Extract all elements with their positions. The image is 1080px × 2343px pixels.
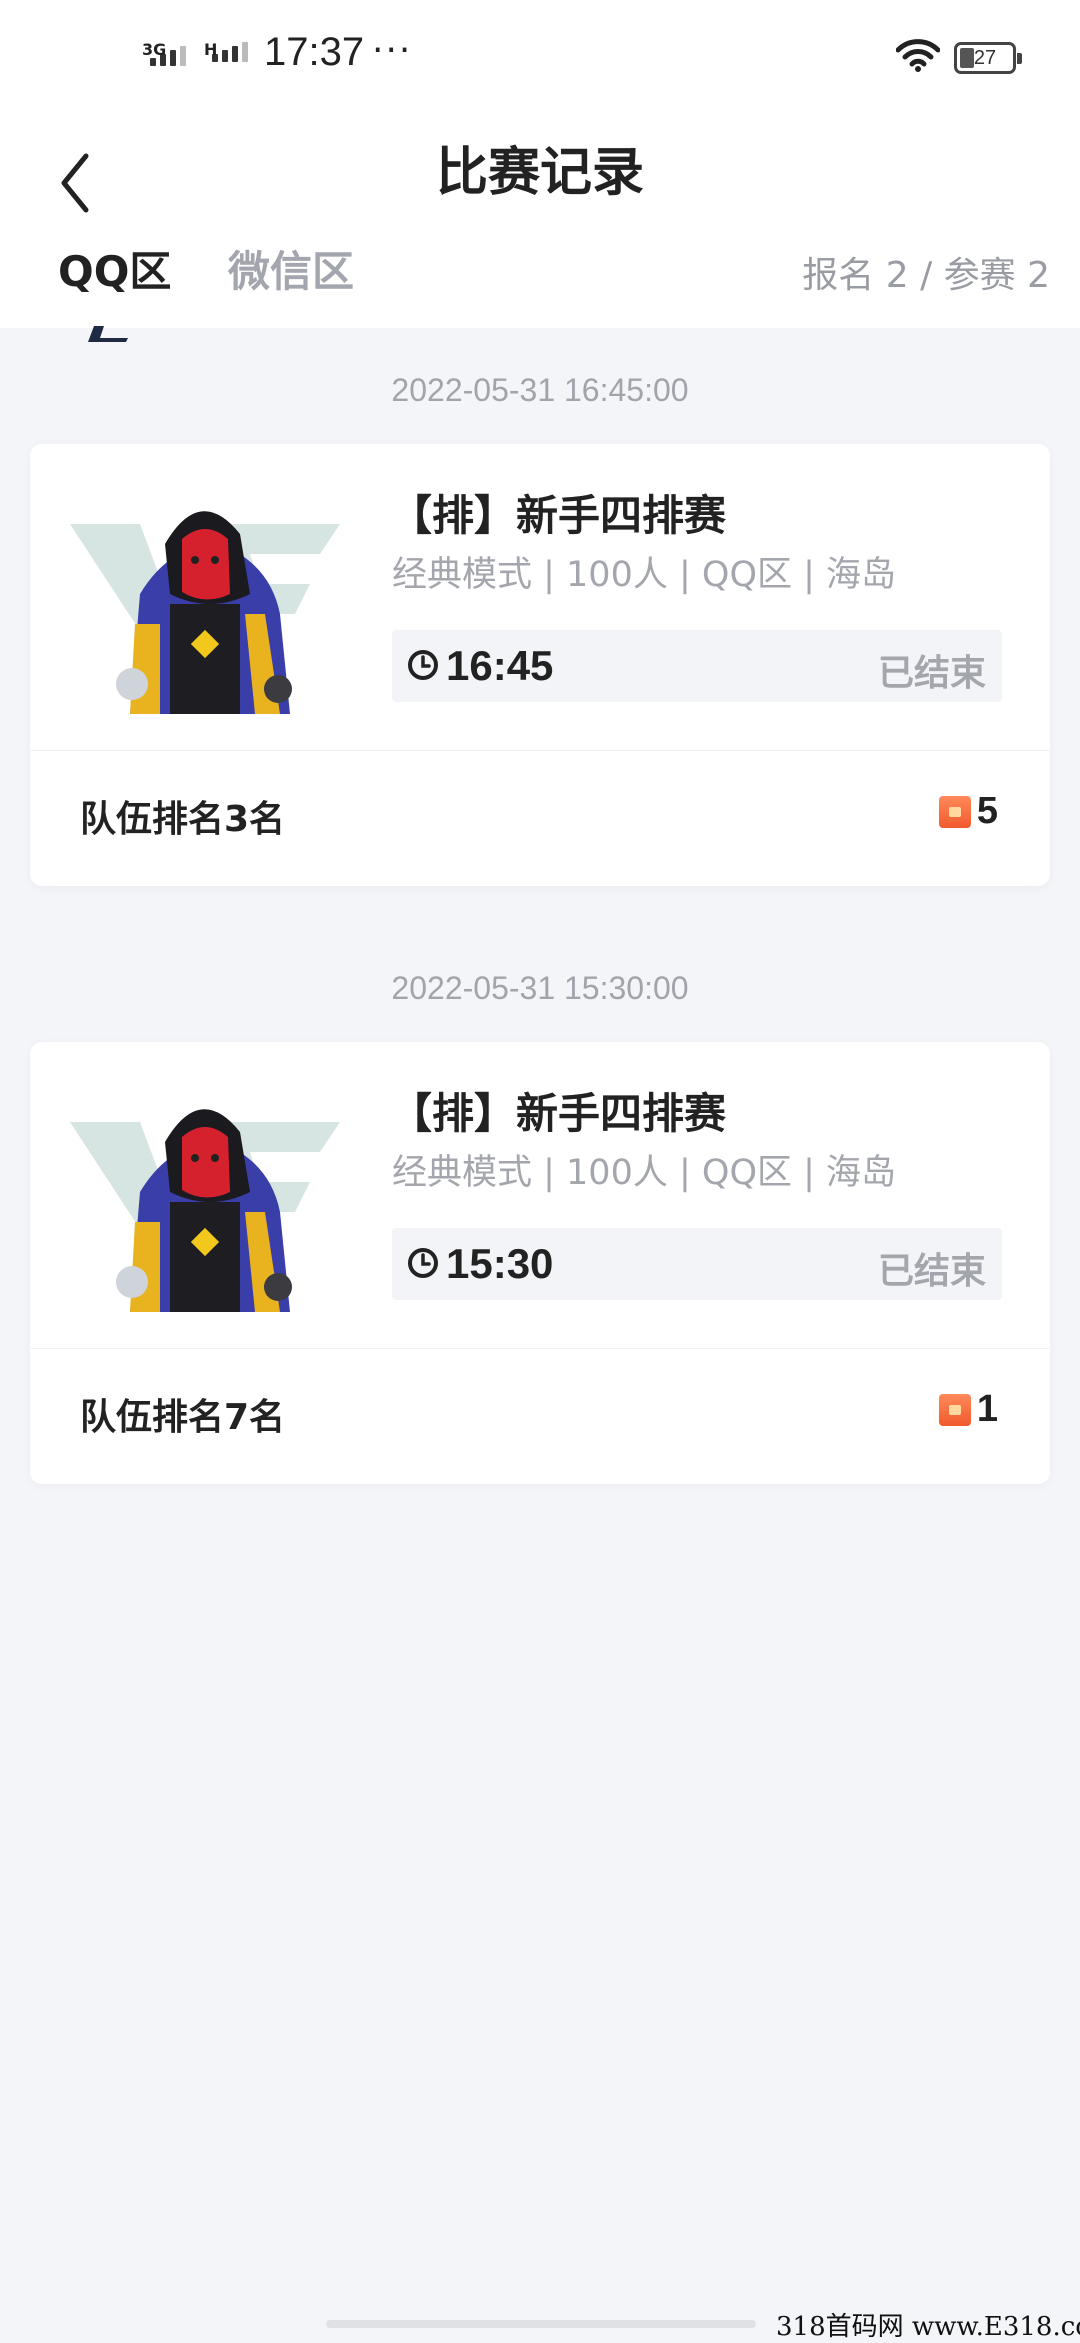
decorative-stroke bbox=[88, 326, 128, 342]
character-avatar bbox=[70, 1109, 340, 1312]
card-divider bbox=[30, 750, 1050, 751]
battery-level: 27 bbox=[973, 47, 997, 69]
match-meta: 经典模式 | 100人 | QQ区 | 海岛 bbox=[392, 555, 897, 595]
nav-header: 比赛记录 QQ区 微信区 报名 2 / 参赛 2 bbox=[0, 118, 1080, 328]
reward-count: 1 bbox=[938, 1388, 998, 1431]
gift-icon bbox=[938, 1393, 971, 1426]
clock-icon bbox=[408, 650, 438, 680]
reward-value: 1 bbox=[976, 1388, 998, 1430]
signal-3g-label: 3G bbox=[142, 40, 167, 59]
tab-qq[interactable]: QQ区 bbox=[58, 238, 171, 299]
team-rank: 队伍排名3名 bbox=[80, 799, 286, 840]
match-meta: 经典模式 | 100人 | QQ区 | 海岛 bbox=[392, 1153, 897, 1193]
signal-h-icon: H bbox=[204, 40, 248, 62]
card-divider bbox=[30, 1348, 1050, 1349]
match-start-time: 16:45 bbox=[446, 642, 554, 689]
battery-icon: 27 bbox=[954, 42, 1022, 74]
team-rank: 队伍排名7名 bbox=[80, 1397, 286, 1438]
record-date: 2022-05-31 15:30:00 bbox=[391, 970, 689, 1006]
page-title: 比赛记录 bbox=[435, 143, 644, 203]
status-bar: 3G H 17:37 ··· 27 bbox=[0, 0, 1080, 118]
match-record-card[interactable]: 【排】新手四排赛 经典模式 | 100人 | QQ区 | 海岛 16:45 已结… bbox=[30, 444, 1050, 886]
signal-h-label: H bbox=[204, 40, 218, 59]
match-name: 【排】新手四排赛 bbox=[390, 491, 727, 540]
match-status: 已结束 bbox=[877, 653, 986, 694]
match-status: 已结束 bbox=[877, 1251, 986, 1292]
clock-icon bbox=[408, 1248, 438, 1278]
reward-count: 5 bbox=[938, 790, 998, 833]
match-record-card[interactable]: 【排】新手四排赛 经典模式 | 100人 | QQ区 | 海岛 15:30 已结… bbox=[30, 1042, 1050, 1484]
tab-wechat[interactable]: 微信区 bbox=[228, 238, 354, 299]
watermark: 318首码网 www.E318.com bbox=[776, 2312, 1080, 2342]
match-time-bar: 15:30 已结束 bbox=[392, 1228, 1002, 1300]
signal-3g-icon: 3G bbox=[142, 40, 186, 66]
more-notifications-icon: ··· bbox=[372, 30, 413, 71]
match-name: 【排】新手四排赛 bbox=[390, 1089, 727, 1138]
match-time-bar: 16:45 已结束 bbox=[392, 630, 1002, 702]
wifi-icon bbox=[896, 39, 940, 72]
reward-value: 5 bbox=[976, 790, 998, 832]
record-date: 2022-05-31 16:45:00 bbox=[391, 372, 689, 408]
character-avatar bbox=[70, 511, 340, 714]
clock-time: 17:37 bbox=[264, 30, 365, 74]
match-start-time: 15:30 bbox=[446, 1240, 554, 1287]
home-indicator[interactable] bbox=[326, 2320, 756, 2328]
signup-stats: 报名 2 / 参赛 2 bbox=[802, 255, 1050, 296]
gift-icon bbox=[938, 795, 971, 828]
